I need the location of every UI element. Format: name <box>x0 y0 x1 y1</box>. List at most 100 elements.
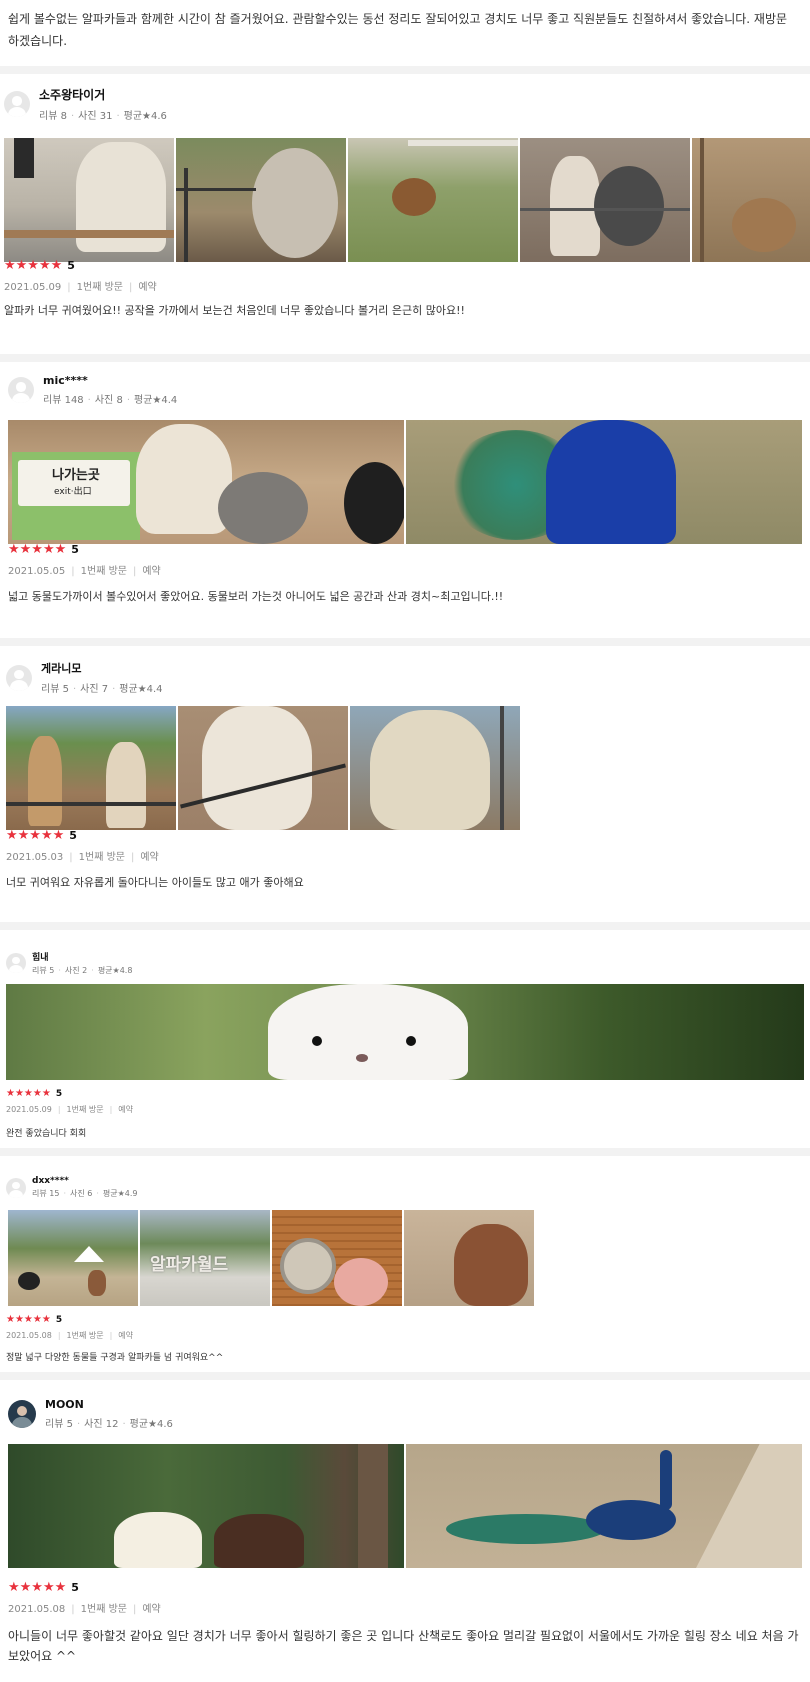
rating-value: 5 <box>69 829 77 842</box>
visit-count: 1번째 방문 <box>63 852 125 863</box>
visit-date: 2021.05.03 <box>6 852 64 863</box>
review-text: 정말 넓구 다양한 동물들 구경과 알파카들 넘 귀여워요^^ <box>6 1353 224 1363</box>
reservation-tag: 예약 <box>104 1105 133 1114</box>
reviewer-stats: 리뷰 15사진 6평균★4.9 <box>32 1188 138 1199</box>
photo-count: 사진 2 <box>54 966 87 975</box>
reviewer-nickname[interactable]: 소주왕타이거 <box>39 86 167 103</box>
review-text: 넓고 동물도가까이서 볼수있어서 좋았어요. 동물보러 가는것 아니어도 넓은 … <box>8 590 504 603</box>
reservation-tag: 예약 <box>125 852 159 863</box>
avatar[interactable] <box>8 1400 36 1428</box>
review-photo[interactable] <box>348 138 518 262</box>
reviewer-stats: 리뷰 5사진 2평균★4.8 <box>32 965 132 976</box>
stars: ★★★★★ <box>8 1580 67 1595</box>
avatar[interactable] <box>8 377 34 403</box>
review-photo[interactable] <box>176 138 346 262</box>
avatar[interactable] <box>6 664 32 691</box>
reviewer-profile[interactable]: 힘내 리뷰 5사진 2평균★4.8 <box>6 950 132 976</box>
average-rating: 평균★4.4 <box>123 395 177 406</box>
star-rating: ★★★★★ 5 <box>6 1314 62 1325</box>
review-card: MOON 리뷰 5사진 12평균★4.6 ★★★★★ 5 <box>0 1380 810 1682</box>
star-rating: ★★★★★ 5 <box>8 542 79 557</box>
avatar[interactable] <box>6 953 26 973</box>
review-count: 리뷰 5 <box>41 684 69 695</box>
review-photo[interactable] <box>406 1444 802 1568</box>
reviewer-nickname[interactable]: MOON <box>45 1398 173 1411</box>
review-photo[interactable] <box>692 138 810 262</box>
reviewer-profile[interactable]: MOON 리뷰 5사진 12평균★4.6 <box>8 1398 173 1430</box>
review-count: 리뷰 5 <box>32 966 55 975</box>
review-count: 리뷰 148 <box>43 395 84 406</box>
review-photo[interactable] <box>4 138 174 262</box>
reviewer-nickname[interactable]: 힘내 <box>32 950 132 963</box>
visit-date: 2021.05.05 <box>8 566 66 577</box>
review-photo[interactable] <box>6 984 804 1080</box>
review-meta: 2021.05.031번째 방문예약 <box>6 848 159 863</box>
review-photo[interactable] <box>8 1444 404 1568</box>
stars: ★★★★★ <box>8 542 67 557</box>
review-photo[interactable] <box>272 1210 402 1306</box>
rating-value: 5 <box>71 1581 79 1594</box>
review-meta: 2021.05.051번째 방문예약 <box>8 562 161 577</box>
review-photo[interactable] <box>520 138 690 262</box>
review-photo[interactable] <box>8 1210 138 1306</box>
rating-value: 5 <box>55 1088 63 1099</box>
avatar[interactable] <box>6 1177 26 1198</box>
review-text: 너모 귀여워요 자유롭게 돌아다니는 아이들도 많고 애가 좋아해요 <box>6 876 304 889</box>
review-card: dxx**** 리뷰 15사진 6평균★4.9 알파카월드 <box>0 1156 810 1372</box>
visit-count: 1번째 방문 <box>52 1105 104 1114</box>
review-card: 게라니모 리뷰 5사진 7평균★4.4 ★★★★★ 5 <box>0 646 810 922</box>
stars: ★★★★★ <box>4 258 63 273</box>
review-list: 쉽게 볼수없는 알파카들과 함께한 시간이 참 즐거웠어요. 관람할수있는 동선… <box>0 0 810 1682</box>
avatar[interactable] <box>4 91 30 117</box>
reservation-tag: 예약 <box>127 1604 161 1615</box>
visit-date: 2021.05.09 <box>4 282 62 293</box>
review-card: mic**** 리뷰 148사진 8평균★4.4 나가는곳 exit·出口 <box>0 362 810 638</box>
review-text: 아니들이 너무 좋아할것 같아요 일단 경치가 너무 좋아서 힐링하기 좋은 곳… <box>8 1629 799 1663</box>
reviewer-profile[interactable]: 소주왕타이거 리뷰 8사진 31평균★4.6 <box>4 86 167 122</box>
sign-text: exit·出口 <box>54 487 92 497</box>
photo-count: 사진 7 <box>69 684 108 695</box>
stars: ★★★★★ <box>6 1314 51 1325</box>
average-rating: 평균★4.9 <box>92 1189 137 1198</box>
review-photo[interactable]: 나가는곳 exit·出口 <box>8 420 404 544</box>
reviewer-nickname[interactable]: mic**** <box>43 374 177 387</box>
photo-count: 사진 31 <box>67 111 113 122</box>
review-text: 완전 좋았습니다 회회 <box>6 1129 87 1139</box>
reviewer-profile[interactable]: 게라니모 리뷰 5사진 7평균★4.4 <box>6 660 163 695</box>
reviewer-profile[interactable]: dxx**** 리뷰 15사진 6평균★4.9 <box>6 1176 138 1199</box>
reviewer-stats: 리뷰 5사진 7평균★4.4 <box>41 680 163 695</box>
review-photo[interactable] <box>350 706 520 830</box>
reviewer-stats: 리뷰 148사진 8평균★4.4 <box>43 391 177 406</box>
sign-text: 나가는곳 <box>52 468 100 483</box>
review-photo[interactable] <box>406 420 802 544</box>
visit-date: 2021.05.08 <box>6 1331 52 1340</box>
review-photo[interactable] <box>404 1210 534 1306</box>
sign-text: 알파카월드 <box>150 1255 229 1275</box>
rating-value: 5 <box>67 259 75 272</box>
review-card: 소주왕타이거 리뷰 8사진 31평균★4.6 <box>0 74 810 354</box>
star-rating: ★★★★★ 5 <box>6 828 77 843</box>
visit-count: 1번째 방문 <box>65 1604 127 1615</box>
review-photo[interactable]: 알파카월드 <box>140 1210 270 1306</box>
average-rating: 평균★4.6 <box>112 111 166 122</box>
review-photo[interactable] <box>178 706 348 830</box>
visit-count: 1번째 방문 <box>52 1331 104 1340</box>
review-count: 리뷰 15 <box>32 1189 60 1198</box>
review-text: 쉽게 볼수없는 알파카들과 함께한 시간이 참 즐거웠어요. 관람할수있는 동선… <box>8 12 788 48</box>
visit-count: 1번째 방문 <box>65 566 127 577</box>
star-rating: ★★★★★ 5 <box>4 258 75 273</box>
review-photos <box>8 1444 802 1568</box>
review-photos <box>6 706 520 830</box>
average-rating: 평균★4.8 <box>87 966 132 975</box>
reservation-tag: 예약 <box>127 566 161 577</box>
reviewer-nickname[interactable]: 게라니모 <box>41 660 163 676</box>
reviewer-nickname[interactable]: dxx**** <box>32 1176 138 1186</box>
review-meta: 2021.05.091번째 방문예약 <box>4 278 157 293</box>
review-meta: 2021.05.081번째 방문예약 <box>8 1600 161 1615</box>
review-photo[interactable] <box>6 706 176 830</box>
reviewer-stats: 리뷰 5사진 12평균★4.6 <box>45 1415 173 1430</box>
reviewer-stats: 리뷰 8사진 31평균★4.6 <box>39 107 167 122</box>
average-rating: 평균★4.4 <box>108 684 162 695</box>
reviewer-profile[interactable]: mic**** 리뷰 148사진 8평균★4.4 <box>8 374 177 406</box>
visit-count: 1번째 방문 <box>61 282 123 293</box>
